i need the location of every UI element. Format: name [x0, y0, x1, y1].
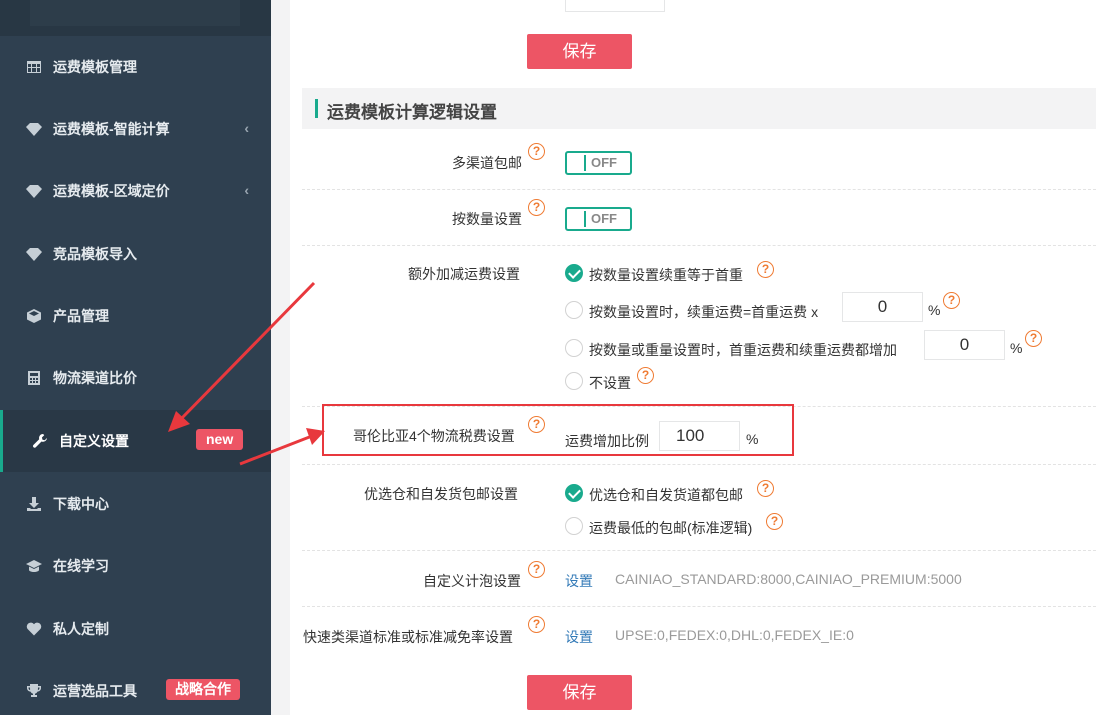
sidebar-item-online-learning[interactable]: 在线学习	[0, 535, 271, 597]
bubble-setting-link[interactable]: 设置	[565, 571, 593, 591]
sidebar-top	[0, 0, 271, 36]
sidebar: 运费模板管理 运费模板-智能计算 ‹ 运费模板-区域定价 ‹ 竞品模板导入 产品…	[0, 0, 271, 715]
partnership-badge: 战略合作	[166, 679, 240, 700]
sidebar-item-channel-compare[interactable]: 物流渠道比价	[0, 347, 271, 409]
sidebar-item-label: 运费模板-区域定价	[53, 183, 170, 199]
extra-option-3-radio[interactable]	[565, 339, 583, 357]
toggle-knob	[569, 211, 586, 227]
bubble-setting-label: 自定义计泡设置	[423, 573, 521, 589]
extra-option-3-input[interactable]: 0	[924, 330, 1005, 360]
toggle-knob	[569, 155, 586, 171]
sidebar-item-label: 物流渠道比价	[53, 370, 137, 386]
help-icon[interactable]: ?	[766, 513, 783, 530]
chevron-left-icon: ‹	[244, 120, 249, 136]
extra-option-1-label: 按数量设置续重等于首重	[589, 267, 743, 283]
help-icon[interactable]: ?	[528, 143, 545, 160]
diamond-icon	[25, 182, 43, 200]
download-icon	[25, 495, 43, 513]
express-channel-link[interactable]: 设置	[565, 627, 593, 647]
sidebar-item-label: 私人定制	[53, 621, 109, 637]
extra-option-2-label: 按数量设置时，续重运费=首重运费 x	[589, 304, 819, 320]
row-divider	[302, 550, 1096, 551]
help-icon[interactable]: ?	[528, 561, 545, 578]
trophy-icon	[25, 682, 43, 700]
help-icon[interactable]: ?	[637, 367, 654, 384]
help-icon[interactable]: ?	[757, 480, 774, 497]
sidebar-item-label: 下载中心	[53, 496, 109, 512]
sidebar-item-label: 运费模板-智能计算	[53, 121, 170, 137]
diamond-icon	[25, 245, 43, 263]
save-button-top[interactable]: 保存	[527, 34, 632, 69]
toggle-state: OFF	[591, 211, 617, 226]
section-header: 运费模板计算逻辑设置	[302, 88, 1096, 129]
sidebar-item-label: 竞品模板导入	[53, 246, 137, 262]
preferred-option-1-label: 优选仓和自发货道都包邮	[589, 487, 743, 503]
extra-option-1-radio[interactable]	[565, 264, 583, 282]
heart-icon	[25, 620, 43, 638]
extra-option-3-label: 按数量或重量设置时，首重运费和续重运费都增加	[589, 342, 897, 358]
sidebar-item-region-pricing[interactable]: 运费模板-区域定价 ‹	[0, 160, 271, 222]
table-icon	[25, 58, 43, 76]
row-divider	[302, 245, 1096, 246]
diamond-icon	[25, 120, 43, 138]
save-button-bottom[interactable]: 保存	[527, 675, 632, 710]
extra-option-4-radio[interactable]	[565, 372, 583, 390]
by-quantity-toggle[interactable]: OFF	[565, 207, 632, 231]
section-title: 运费模板计算逻辑设置	[327, 103, 497, 122]
percent-label: %	[1010, 340, 1023, 356]
row-divider	[302, 464, 1096, 465]
content-gutter	[271, 0, 290, 715]
help-icon[interactable]: ?	[757, 261, 774, 278]
sidebar-item-freight-template[interactable]: 运费模板管理	[0, 36, 271, 98]
preferred-warehouse-label: 优选仓和自发货包邮设置	[364, 486, 518, 502]
multi-channel-label: 多渠道包邮	[452, 155, 522, 171]
percent-label: %	[928, 302, 941, 318]
preferred-option-2-label: 运费最低的包邮(标准逻辑)	[589, 520, 753, 536]
by-quantity-label: 按数量设置	[452, 211, 522, 227]
highlight-box	[322, 404, 794, 456]
express-channel-label: 快速类渠道标准或标准减免率设置	[303, 629, 513, 645]
sidebar-item-competitor-import[interactable]: 竞品模板导入	[0, 223, 271, 285]
sidebar-item-label: 产品管理	[53, 308, 109, 324]
wrench-icon	[31, 432, 49, 450]
chevron-left-icon: ‹	[244, 182, 249, 198]
calculator-icon	[25, 369, 43, 387]
bubble-setting-value: CAINIAO_STANDARD:8000,CAINIAO_PREMIUM:50…	[615, 571, 962, 587]
preferred-option-1-radio[interactable]	[565, 484, 583, 502]
sidebar-item-label: 自定义设置	[59, 433, 129, 449]
sidebar-item-private-custom[interactable]: 私人定制	[0, 598, 271, 660]
sidebar-item-label: 在线学习	[53, 558, 109, 574]
row-divider	[302, 189, 1096, 190]
sidebar-item-download-center[interactable]: 下载中心	[0, 473, 271, 535]
row-divider	[302, 606, 1096, 607]
toggle-state: OFF	[591, 155, 617, 170]
help-icon[interactable]: ?	[1025, 330, 1042, 347]
extra-option-2-radio[interactable]	[565, 301, 583, 319]
cube-icon	[25, 307, 43, 325]
section-accent-bar	[315, 99, 318, 118]
sidebar-item-label: 运营选品工具	[53, 683, 137, 699]
sidebar-item-label: 运费模板管理	[53, 59, 137, 75]
extra-option-4-label: 不设置	[589, 375, 631, 391]
help-icon[interactable]: ?	[528, 199, 545, 216]
preferred-option-2-radio[interactable]	[565, 517, 583, 535]
extra-option-2-input[interactable]: 0	[842, 292, 923, 322]
help-icon[interactable]: ?	[528, 616, 545, 633]
extra-freight-label: 额外加减运费设置	[408, 266, 520, 282]
multi-channel-toggle[interactable]: OFF	[565, 151, 632, 175]
help-icon[interactable]: ?	[943, 292, 960, 309]
sidebar-item-smart-calc[interactable]: 运费模板-智能计算 ‹	[0, 98, 271, 160]
graduation-cap-icon	[25, 557, 43, 575]
new-badge: new	[196, 429, 244, 450]
previous-input-field[interactable]	[565, 0, 665, 12]
express-channel-value: UPSE:0,FEDEX:0,DHL:0,FEDEX_IE:0	[615, 627, 854, 643]
sidebar-item-products[interactable]: 产品管理	[0, 285, 271, 347]
